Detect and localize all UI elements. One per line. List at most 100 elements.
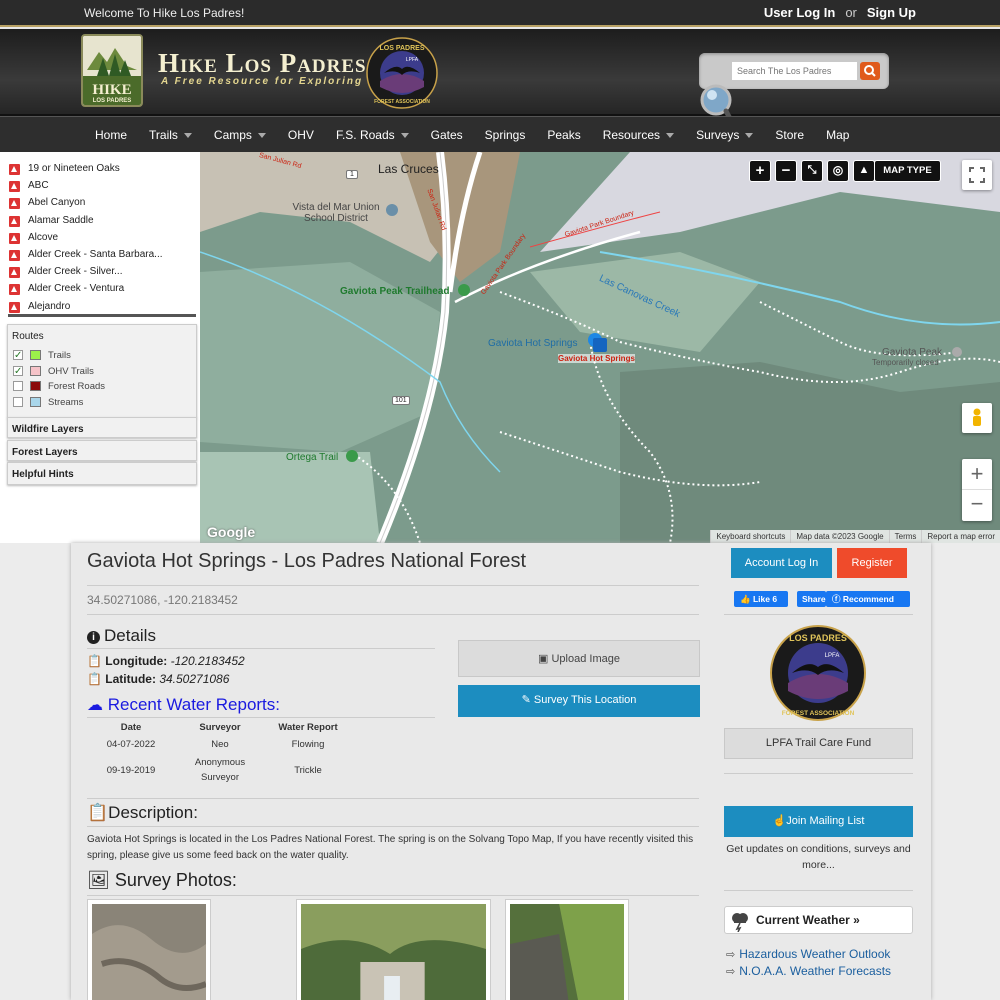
nav-item-map[interactable]: Map bbox=[815, 117, 860, 153]
route-toggle-trails[interactable]: ✓ Trails bbox=[8, 348, 196, 364]
location-list-item[interactable]: Alejandro bbox=[0, 298, 198, 315]
nav-item-label: F.S. Roads bbox=[335, 128, 395, 142]
location-list-item[interactable]: Alder Creek - Santa Barbara... bbox=[0, 246, 198, 263]
register-button[interactable]: Register bbox=[837, 548, 907, 578]
user-login-link[interactable]: User Log In bbox=[764, 5, 836, 20]
location-list-item[interactable]: ABC bbox=[0, 177, 198, 194]
join-mailing-list-button[interactable]: ☝Join Mailing List bbox=[724, 806, 913, 837]
peak-button[interactable]: ▲ bbox=[853, 160, 875, 182]
trail-care-fund-button[interactable]: LPFA Trail Care Fund bbox=[724, 728, 913, 759]
label-gaviota-trailhead[interactable]: Gaviota Peak Trailhead bbox=[340, 286, 450, 297]
site-logo[interactable]: HIKE LOS PADRES bbox=[81, 34, 143, 107]
map-footer-link[interactable]: Terms bbox=[888, 530, 922, 543]
noaa-forecasts-link[interactable]: ⇨ N.O.A.A. Weather Forecasts bbox=[726, 964, 891, 978]
location-label: Alamar Saddle bbox=[28, 214, 94, 226]
description-heading-text: Description: bbox=[108, 803, 198, 822]
badge-center-text: LPFA bbox=[406, 57, 419, 63]
location-list-item[interactable]: Abel Canyon bbox=[0, 194, 198, 211]
label-gaviota-peak[interactable]: Gaviota Peak bbox=[882, 347, 942, 358]
fb-like-button[interactable]: 👍 Like 6 bbox=[734, 591, 788, 607]
arrow-icon: ⇨ bbox=[726, 949, 736, 961]
school-text: Vista del Mar Union School District bbox=[292, 202, 380, 224]
nav-item-springs[interactable]: Springs bbox=[474, 117, 537, 153]
route-toggle-forest-roads[interactable]: Forest Roads bbox=[8, 379, 196, 395]
page-title: Gaviota Hot Springs - Los Padres Nationa… bbox=[87, 550, 527, 572]
route-toggle-streams[interactable]: Streams bbox=[8, 395, 196, 411]
checkbox[interactable]: ✓ bbox=[13, 350, 23, 361]
lpfa-logo[interactable]: LOS PADRES FOREST ASSOCIATION LPFA bbox=[770, 625, 866, 721]
lpfa-bottom-text: FOREST ASSOCIATION bbox=[782, 710, 855, 717]
water-table-cell: Neo bbox=[211, 739, 229, 750]
current-weather-button[interactable]: Current Weather » bbox=[724, 906, 913, 934]
helpful-hints-panel[interactable]: Helpful Hints bbox=[7, 462, 197, 485]
nav-item-label: Map bbox=[826, 128, 850, 142]
gm-zoom-in-button[interactable]: + bbox=[962, 459, 992, 490]
search-input[interactable] bbox=[732, 62, 857, 80]
location-list[interactable]: 19 or Nineteen Oaks ABC Abel Canyon Alamar … bbox=[0, 160, 198, 315]
nav-item-f-s-roads[interactable]: F.S. Roads bbox=[325, 117, 420, 153]
terrain-map[interactable]: Las Cruces Vista del Mar Union School Di… bbox=[200, 152, 1000, 543]
location-list-item[interactable]: Alder Creek - Ventura bbox=[0, 280, 198, 297]
details-heading-text: Details bbox=[104, 626, 156, 645]
site-title[interactable]: Hike Los Padres bbox=[158, 48, 367, 79]
map-footer-link[interactable]: Map data ©2023 Google bbox=[790, 530, 888, 543]
survey-photo-3[interactable] bbox=[505, 899, 629, 1000]
logo-text-lospadres: LOS PADRES bbox=[93, 98, 132, 104]
account-login-button[interactable]: Account Log In bbox=[731, 548, 832, 578]
nav-item-resources[interactable]: Resources bbox=[592, 117, 685, 153]
route-toggle-ohv-trails[interactable]: ✓ OHV Trails bbox=[8, 364, 196, 380]
checkbox[interactable]: ✓ bbox=[13, 365, 23, 376]
survey-photo-2[interactable] bbox=[296, 899, 491, 1000]
desc-divider bbox=[87, 826, 699, 827]
google-logo[interactable]: Google bbox=[207, 524, 255, 540]
location-list-item[interactable]: Alder Creek - Silver... bbox=[0, 263, 198, 280]
location-list-item[interactable]: Alamar Saddle bbox=[0, 212, 198, 229]
route-color-swatch bbox=[30, 396, 41, 407]
peak-warning-icon bbox=[9, 267, 20, 279]
nav-item-camps[interactable]: Camps bbox=[203, 117, 277, 153]
forest-layers-panel[interactable]: Forest Layers bbox=[7, 440, 197, 461]
nav-item-ohv[interactable]: OHV bbox=[277, 117, 325, 153]
nav-item-gates[interactable]: Gates bbox=[420, 117, 474, 153]
checkbox[interactable] bbox=[13, 396, 23, 407]
nav-item-surveys[interactable]: Surveys bbox=[685, 117, 764, 153]
label-ortega-trail[interactable]: Ortega Trail bbox=[286, 452, 338, 463]
sign-up-link[interactable]: Sign Up bbox=[867, 5, 916, 20]
lpfa-center-text: LPFA bbox=[825, 653, 840, 659]
nav-item-store[interactable]: Store bbox=[764, 117, 815, 153]
nav-item-trails[interactable]: Trails bbox=[138, 117, 203, 153]
photos-divider bbox=[87, 895, 699, 896]
hazardous-weather-link[interactable]: ⇨ Hazardous Weather Outlook bbox=[726, 947, 890, 961]
nav-item-home[interactable]: Home bbox=[84, 117, 138, 153]
nav-item-peaks[interactable]: Peaks bbox=[536, 117, 591, 153]
label-hot-springs-marker[interactable]: Gaviota Hot Springs bbox=[558, 354, 635, 363]
fb-share-button[interactable]: Share bbox=[797, 591, 826, 607]
fit-bounds-button[interactable]: ⤡ bbox=[801, 160, 823, 182]
label-hot-springs[interactable]: Gaviota Hot Springs bbox=[488, 338, 578, 349]
map-footer-link[interactable]: Report a map error bbox=[921, 530, 1000, 543]
fullscreen-button[interactable] bbox=[962, 160, 992, 190]
location-list-item[interactable]: Alcove bbox=[0, 229, 198, 246]
map-footer-link[interactable]: Keyboard shortcuts bbox=[710, 530, 790, 543]
fb-recommend-button[interactable]: ⓕ Recommend bbox=[826, 591, 910, 607]
gm-zoom-out-button[interactable]: − bbox=[962, 490, 992, 521]
pegman-button[interactable] bbox=[962, 403, 992, 433]
fb-like-label: Like 6 bbox=[752, 594, 778, 604]
route-label: Forest Roads bbox=[48, 381, 106, 392]
routes-title[interactable]: Routes bbox=[8, 325, 196, 348]
location-label: Alejandro bbox=[28, 300, 71, 312]
location-list-item[interactable]: 19 or Nineteen Oaks bbox=[0, 160, 198, 177]
checkbox[interactable] bbox=[13, 381, 23, 391]
survey-location-button[interactable]: ✎ Survey This Location bbox=[458, 685, 700, 717]
mailing-list-text: Get updates on conditions, surveys and m… bbox=[726, 843, 911, 871]
locate-button[interactable]: ◎ bbox=[827, 160, 849, 182]
details-divider bbox=[87, 648, 435, 649]
wildfire-layers-panel[interactable]: Wildfire Layers bbox=[7, 417, 197, 438]
map-type-button[interactable]: MAP TYPE bbox=[874, 160, 941, 182]
routes-panel: Routes ✓ Trails ✓ OHV Trails Forest Roads Str… bbox=[7, 324, 197, 418]
survey-photo-1[interactable] bbox=[87, 899, 211, 1000]
zoom-out-button[interactable]: − bbox=[775, 160, 797, 182]
upload-image-button[interactable]: ▣ Upload Image bbox=[458, 640, 700, 677]
search-button[interactable] bbox=[860, 62, 880, 80]
zoom-in-button[interactable]: + bbox=[749, 160, 771, 182]
